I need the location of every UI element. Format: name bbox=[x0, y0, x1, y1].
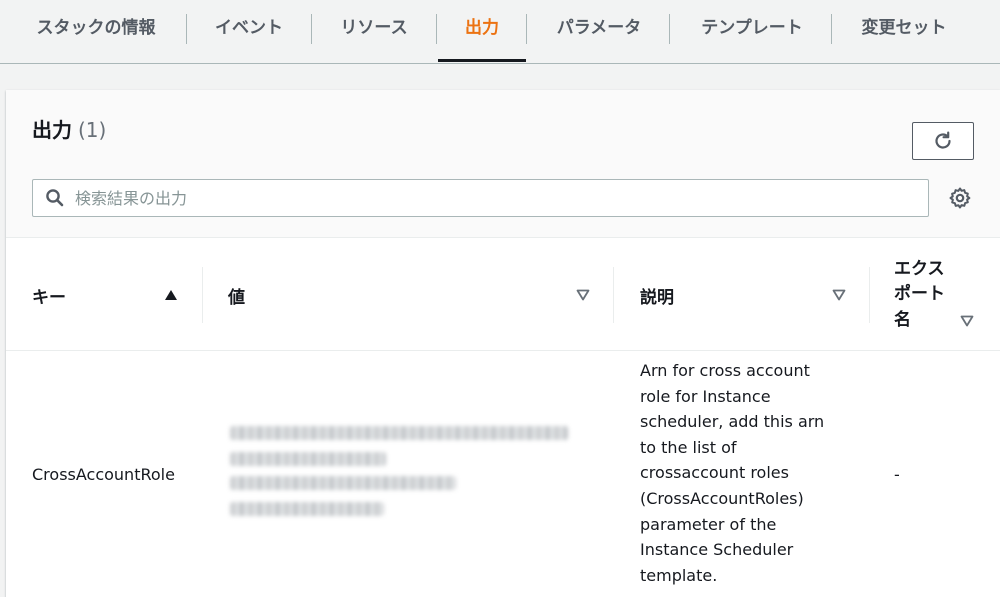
tab-outputs[interactable]: 出力 bbox=[440, 0, 524, 50]
column-header-export-name[interactable]: エクス ポート 名 bbox=[894, 239, 994, 351]
panel-header: 出力 (1) bbox=[6, 90, 1000, 238]
header-line: 名 bbox=[894, 309, 911, 330]
column-header-label: キー bbox=[32, 287, 66, 308]
redacted-text bbox=[230, 502, 384, 516]
page-title: 出力 (1) bbox=[32, 114, 106, 143]
table-row: CrossAccountRole Arn for cross account r… bbox=[6, 352, 1000, 597]
description-line: Arn for cross account bbox=[640, 361, 810, 380]
search-box bbox=[32, 179, 929, 217]
tab-divider bbox=[311, 14, 312, 44]
description-line: crossaccount roles bbox=[640, 463, 789, 483]
output-count: (1) bbox=[78, 118, 107, 142]
tab-bar: スタックの情報 イベント リソース 出力 パラメータ テンプレート 変更セット bbox=[0, 0, 1000, 64]
column-divider bbox=[869, 267, 870, 323]
description-line: role for Instance bbox=[640, 386, 771, 406]
description-line: template. bbox=[640, 565, 718, 585]
tab-parameters[interactable]: パラメータ bbox=[534, 0, 664, 50]
description-line: (CrossAccountRoles) bbox=[640, 488, 804, 508]
header-line: ポート bbox=[894, 284, 945, 305]
column-divider bbox=[613, 267, 614, 323]
tab-divider bbox=[526, 14, 527, 44]
tab-stack-info[interactable]: スタックの情報 bbox=[14, 0, 178, 50]
output-key: CrossAccountRole bbox=[32, 465, 175, 484]
sort-descending-outline-icon bbox=[960, 315, 974, 327]
tab-change-sets[interactable]: 変更セット bbox=[839, 0, 969, 50]
description-line: to the list of bbox=[640, 437, 737, 457]
panel-title-text: 出力 bbox=[32, 118, 72, 142]
refresh-button[interactable] bbox=[912, 122, 974, 160]
table-header: キー 値 説明 エクス ポート 名 bbox=[6, 239, 1000, 351]
tab-resources[interactable]: リソース bbox=[319, 0, 429, 50]
search-icon bbox=[46, 189, 64, 207]
description-line: parameter of the bbox=[640, 514, 777, 534]
gear-icon[interactable] bbox=[948, 186, 972, 210]
sort-descending-outline-icon bbox=[832, 289, 846, 301]
redacted-text bbox=[230, 452, 386, 466]
redacted-text bbox=[230, 476, 456, 490]
output-value-redacted bbox=[228, 426, 578, 526]
column-header-value[interactable]: 値 bbox=[228, 239, 608, 351]
sort-descending-outline-icon bbox=[576, 289, 590, 301]
column-header-description[interactable]: 説明 bbox=[640, 239, 860, 351]
outputs-panel: 出力(1) キー 値 bbox=[6, 90, 1000, 597]
redacted-text bbox=[230, 426, 568, 440]
column-divider bbox=[202, 267, 203, 323]
output-export-name: - bbox=[894, 465, 900, 484]
description-line: scheduler, add this arn bbox=[640, 412, 825, 432]
column-header-label: エクス ポート 名 bbox=[894, 257, 945, 334]
output-description: Arn for cross account role for Instance … bbox=[640, 358, 860, 588]
column-header-label: 値 bbox=[228, 287, 245, 308]
header-line: エクス bbox=[894, 258, 945, 279]
tab-events[interactable]: イベント bbox=[194, 0, 304, 50]
tab-divider bbox=[831, 14, 832, 44]
tab-divider bbox=[436, 14, 437, 44]
active-tab-indicator bbox=[438, 59, 526, 62]
description-line: Instance Scheduler bbox=[640, 540, 794, 560]
tab-template[interactable]: テンプレート bbox=[677, 0, 827, 50]
tab-divider bbox=[669, 14, 670, 44]
refresh-icon bbox=[935, 131, 951, 149]
column-header-key[interactable]: キー bbox=[32, 239, 202, 351]
sort-ascending-icon bbox=[165, 290, 177, 300]
tab-divider bbox=[186, 14, 187, 44]
search-input[interactable] bbox=[75, 188, 895, 208]
column-header-label: 説明 bbox=[640, 287, 674, 308]
